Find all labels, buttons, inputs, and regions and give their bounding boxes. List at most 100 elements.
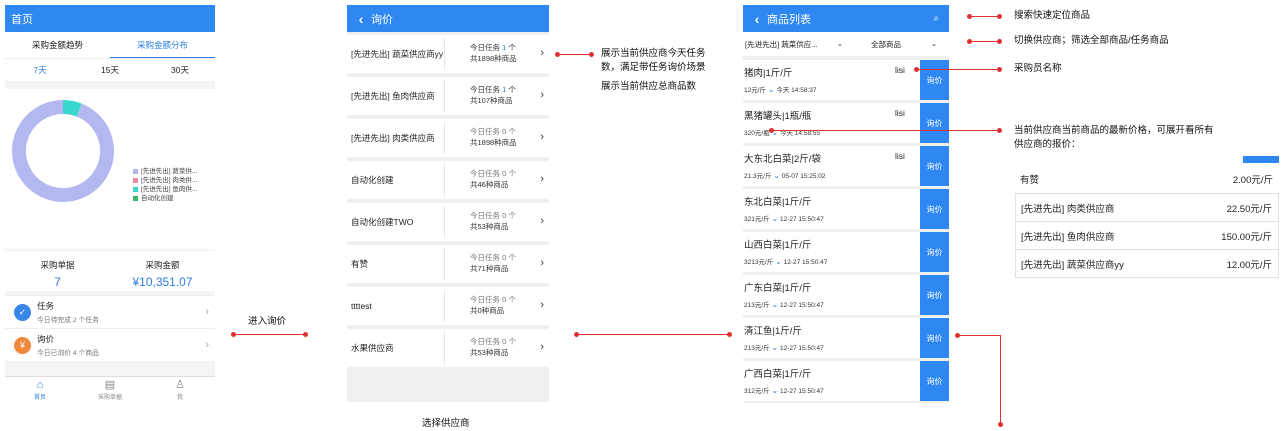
supplier-name: 自动化创建TWO (351, 216, 414, 227)
product-name: 广西白菜|1斤/斤 (744, 369, 812, 380)
product-price: 213元/斤 ⌄ 12-27 15:50:47 (744, 343, 824, 352)
chevron-down-icon[interactable]: ⌄ (773, 171, 780, 180)
chevron-down-icon[interactable]: ⌄ (771, 300, 778, 309)
annotation-dot (955, 333, 960, 338)
product-name: 黑猪罐头|1瓶/瓶 (744, 111, 812, 122)
supplier-item[interactable]: 有赞 今日任务 0 个共71种商品 › (347, 245, 549, 283)
supplier-item[interactable]: [先进先出] 肉类供应商 今日任务 0 个共1898种商品 › (347, 119, 549, 157)
summary-stats: 采购单据 7 采购金额 ¥10,351.07 (5, 251, 215, 291)
annotation-dot (997, 14, 1002, 19)
buyer-name: lisi (895, 108, 905, 118)
price-row: [先进先出] 鱼肉供应商 150.00元/斤 (1015, 221, 1279, 249)
annotation-enter-inquiry: 进入询价 (248, 316, 287, 327)
range-tab-30[interactable]: 30天 (145, 59, 215, 81)
supplier-item[interactable]: [先进先出] 鱼肉供应商 今日任务 1 个共107种商品 › (347, 77, 549, 115)
inquiry-button[interactable]: 询价 (920, 275, 949, 315)
annotation-line (969, 41, 999, 42)
product-price: 3213元/斤 ⌄ 12-27 15:50:47 (744, 257, 828, 266)
supplier-item[interactable]: 水果供应商 今日任务 0 个共53种商品 › (347, 329, 549, 367)
chart-legend: [先进先出] 蔬菜供... [先进先出] 肉类供... [先进先出] 鱼肉供..… (133, 167, 197, 203)
goods-filter[interactable]: 全部商品 (871, 39, 901, 50)
chevron-down-icon: ⌄ (837, 41, 843, 48)
supplier-item[interactable]: ttttest 今日任务 0 个共0种商品 › (347, 287, 549, 325)
buyer-name: lisi (895, 151, 905, 161)
chevron-down-icon[interactable]: ⌄ (775, 257, 782, 266)
range-tab-15[interactable]: 15天 (75, 59, 145, 81)
inquiry-button[interactable]: 询价 (920, 103, 949, 143)
inquiry-button[interactable]: 询价 (920, 146, 949, 186)
product-item: 黑猪罐头|1瓶/瓶 320元/瓶 ⌄ 今天 14:58:55 lisi 询价 (743, 103, 949, 143)
nav-orders[interactable]: ▤ 采购单据 (75, 377, 145, 403)
product-time: 05-07 15:25:02 (781, 173, 826, 180)
product-title: 商品列表 (767, 13, 811, 26)
product-time: 12-27 15:50:47 (779, 388, 824, 395)
nav-home[interactable]: ⌂ 首页 (5, 377, 75, 403)
supplier-name: 水果供应商 (351, 342, 394, 353)
annotation-dot (303, 332, 308, 337)
annotation-dot (555, 52, 560, 57)
annotation-line (969, 16, 999, 17)
chevron-right-icon: › (540, 173, 544, 185)
back-icon[interactable]: ‹ (351, 11, 371, 27)
annotation-price-note: 当前供应商当前商品的最新价格，可展开看所有供应商的报价： (1014, 125, 1214, 150)
distribution-chart: [先进先出] 蔬菜供... [先进先出] 肉类供... [先进先出] 鱼肉供..… (5, 89, 215, 249)
tab-amount-trend[interactable]: 采购金额趋势 (5, 32, 110, 58)
annotation-line (957, 335, 1001, 336)
inquiry-button[interactable]: 询价 (920, 361, 949, 401)
supplier-filter[interactable]: [先进先出] 蔬菜供应... (745, 39, 818, 50)
product-time: 12-27 15:50:47 (779, 345, 824, 352)
supplier-info: 今日任务 0 个共53种商品 (470, 211, 516, 231)
product-item: 大东北白菜|2斤/袋 21.3元/斤 ⌄ 05-07 15:25:02 lisi 询价 (743, 146, 949, 186)
back-icon[interactable]: ‹ (747, 11, 767, 27)
annotation-line (916, 69, 999, 70)
annotation-dot (967, 39, 972, 44)
annotation-arrow (576, 334, 729, 335)
check-calendar-icon: ✓ (14, 303, 31, 321)
annotation-dot (914, 67, 919, 72)
legend-item: [先进先出] 肉类供... (133, 176, 197, 185)
inquiry-button[interactable]: 询价 (920, 189, 949, 229)
chevron-down-icon[interactable]: ⌄ (768, 85, 775, 94)
chevron-right-icon: › (540, 299, 544, 311)
product-price: 321元/斤 ⌄ 12-27 15:50:47 (744, 214, 824, 223)
goods-count: 共107种商品 (470, 96, 513, 105)
inquiry-button[interactable]: 询价 (920, 232, 949, 272)
chevron-down-icon: ⌄ (931, 41, 937, 48)
goods-count: 共71种商品 (470, 264, 509, 273)
home-header: 首页 (5, 5, 215, 32)
supplier-item[interactable]: 自动化创建 今日任务 0 个共46种商品 › (347, 161, 549, 199)
inquiry-entry[interactable]: ¥ 询价 今日已询价 4 个商品 › (5, 328, 215, 361)
inquiry-button[interactable]: 询价 (920, 318, 949, 358)
product-item: 东北白菜|1斤/斤 321元/斤 ⌄ 12-27 15:50:47 询价 (743, 189, 949, 229)
supplier-name: 有赞 (351, 258, 369, 269)
chevron-down-icon[interactable]: ⌄ (771, 343, 778, 352)
product-price: 213元/斤 ⌄ 12-27 15:50:47 (744, 300, 824, 309)
supplier-item[interactable]: [先进先出] 蔬菜供应商yy 今日任务 1 个共1898种商品 › (347, 35, 549, 73)
tab-amount-distribution[interactable]: 采购金额分布 (110, 32, 215, 58)
home-icon: ⌂ (36, 379, 44, 391)
supplier-item[interactable]: 自动化创建TWO 今日任务 0 个共53种商品 › (347, 203, 549, 241)
product-name: 大东北白菜|2斤/袋 (744, 154, 821, 165)
goods-count: 共53种商品 (470, 348, 509, 357)
chevron-down-icon[interactable]: ⌄ (771, 386, 778, 395)
supplier-name: [先进先出] 蔬菜供应商yy (351, 48, 444, 59)
product-header: ‹ 商品列表 ⌕ (743, 5, 949, 32)
annotation-dot (997, 128, 1002, 133)
inquiry-button[interactable]: 询价 (920, 60, 949, 100)
annotation-line (557, 54, 591, 55)
product-item: 清江鱼|1斤/斤 213元/斤 ⌄ 12-27 15:50:47 询价 (743, 318, 949, 358)
inquiry-title: 询价 (371, 13, 393, 26)
divider (444, 80, 445, 112)
price-row: [先进先出] 蔬菜供应商yy 12.00元/斤 (1015, 249, 1279, 278)
nav-me[interactable]: ♙ 我 (145, 377, 215, 403)
annotation-dot (589, 52, 594, 57)
task-entry[interactable]: ✓ 任务 今日待完成 2 个任务 › (5, 295, 215, 328)
product-price: 312元/斤 ⌄ 12-27 15:50:47 (744, 386, 824, 395)
home-tabs: 采购金额趋势 采购金额分布 (5, 32, 215, 59)
product-time: 12-27 15:50:47 (783, 259, 828, 266)
person-icon: ♙ (175, 379, 185, 391)
chevron-down-icon[interactable]: ⌄ (771, 214, 778, 223)
annotation-line (1000, 335, 1001, 423)
search-icon[interactable]: ⌕ (933, 13, 939, 24)
range-tab-7[interactable]: 7天 (5, 59, 75, 81)
